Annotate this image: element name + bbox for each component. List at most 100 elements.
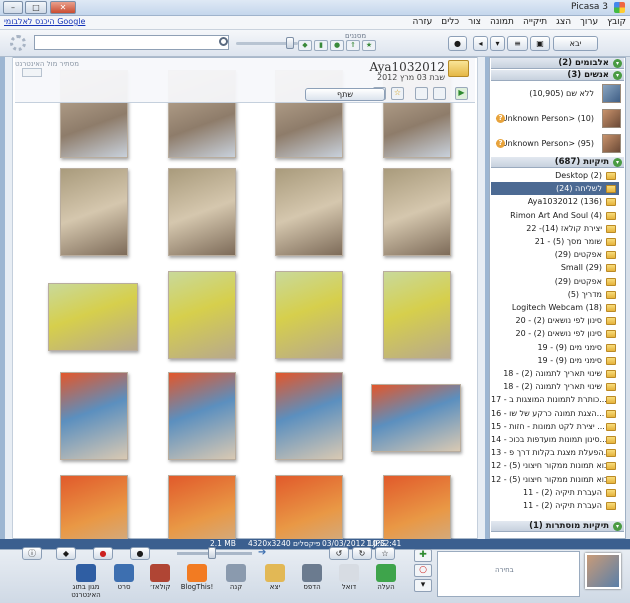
close-button[interactable]: ✕ (50, 1, 76, 14)
folder-item[interactable]: 14 - סינון תמונות מועדפות בכוכ... (491, 433, 619, 446)
folder-item[interactable]: 16 - הצגת תמונה כרקע של שו... (491, 407, 619, 420)
rotate-right-icon[interactable]: ↻ (352, 547, 372, 560)
folder-item[interactable]: 12 - יבוא תמונות ממקור חיצוני (5) (491, 459, 619, 472)
video-filter-icon[interactable]: ▮ (314, 40, 328, 51)
picture-icon[interactable] (415, 87, 428, 100)
star-tray-icon[interactable]: ☆ (375, 547, 395, 560)
folder-item[interactable]: Aya1032012 (136) (491, 195, 619, 208)
folder-item[interactable]: 13 - הפעלת מצגת בקלות דרך פ... (491, 446, 619, 459)
envelope-button[interactable]: דואל (331, 564, 367, 594)
menu-picture[interactable]: תמונה (490, 17, 514, 27)
folder-item[interactable]: אפקטים (29) (491, 248, 619, 261)
star-icon[interactable]: ☆ (391, 87, 404, 100)
panel-scrollbar[interactable] (626, 57, 630, 539)
folder-item[interactable]: 18 - שינוי תאריך לתמונה (2) (491, 380, 619, 393)
filter-slider-knob[interactable] (286, 37, 294, 49)
upload-filter-icon[interactable]: ⇑ (346, 40, 360, 51)
photo-thumbnail[interactable] (275, 271, 343, 359)
google-albums-link[interactable]: היכנס לאלבומי Google (4, 17, 85, 26)
menu-help[interactable]: עזרה (413, 17, 433, 27)
photo-thumbnail[interactable] (60, 168, 128, 256)
people-header[interactable]: אנשים (3) ▾ (491, 70, 624, 81)
person-row[interactable]: <Unknown Person> (95) ? (491, 132, 624, 155)
right-scrollbar[interactable] (477, 57, 485, 539)
star-filter-icon[interactable]: ★ (362, 40, 376, 51)
folder-item[interactable]: 17 - כותרת לתמונות המוצגות ב... (491, 393, 619, 406)
library-view-icon[interactable]: ▣ (530, 36, 550, 51)
menu-view[interactable]: הצג (556, 17, 571, 27)
folder-item[interactable]: 19 - סימני מים (9) (491, 341, 619, 354)
folder-item[interactable]: אפקטים (29) (491, 275, 619, 288)
hidden-folders-header[interactable]: תיקיות מוסתרות (1) ▾ (491, 521, 624, 532)
folder-item[interactable]: Logitech Webcam (18) (491, 301, 619, 314)
left-scrollbar[interactable] (5, 57, 13, 539)
person-filter-icon[interactable]: ● (330, 40, 344, 51)
share-button[interactable]: שתף (305, 88, 385, 101)
photo-thumbnail[interactable] (168, 372, 236, 460)
folder-export-button[interactable]: יצא (257, 564, 293, 594)
folder-item[interactable]: Small (29) (491, 261, 619, 274)
folder-item[interactable]: 19 - סימני מים (9) (491, 354, 619, 367)
hold-icon[interactable]: ✚ (414, 549, 432, 562)
folder-item[interactable]: מדריך (5) (491, 288, 619, 301)
folder-item[interactable]: 20 - סינון לפי נושאים (2) (491, 314, 619, 327)
expand-icon[interactable]: ▾ (613, 158, 622, 167)
dropdown-icon[interactable]: ▾ (490, 36, 505, 51)
zoom-arrow-icon[interactable]: ➔ (258, 547, 272, 558)
people-icon[interactable]: ● (130, 547, 150, 560)
menu-file[interactable]: קובץ (607, 17, 626, 27)
zoom-slider-knob[interactable] (208, 547, 216, 559)
search-input[interactable] (34, 35, 229, 50)
selected-photo-thumbnail[interactable] (585, 553, 621, 589)
menu-folder[interactable]: תיקייה (523, 17, 547, 27)
folder-item[interactable]: 22 -יצירת קולאז (14) (491, 222, 619, 235)
upload-arrow-button[interactable]: העלה (368, 564, 404, 594)
folder-item[interactable]: 15 - יצירת לקט תמונות - חזות ... (491, 420, 619, 433)
info-icon[interactable]: ⓘ (22, 547, 42, 560)
search-icon[interactable] (219, 37, 228, 46)
photo-thumbnail[interactable] (275, 168, 343, 256)
person-row[interactable]: <Unknown Person> (10) ? (491, 107, 624, 130)
expand-icon[interactable]: ▾ (613, 71, 622, 80)
photo-thumbnail[interactable] (168, 168, 236, 256)
folder-item[interactable]: Desktop (2) (491, 169, 619, 182)
photo-thumbnail[interactable] (371, 384, 461, 452)
folder-item[interactable]: 11 - העברת תיקיה (2) (491, 486, 619, 499)
printer-button[interactable]: הדפס (294, 564, 330, 594)
folder-item[interactable]: לשליחה (24) (491, 182, 619, 196)
menu-tools[interactable]: כלים (441, 17, 459, 27)
folder-item[interactable]: 12 - יבוא תמונות ממקור חיצוני (5) (491, 473, 619, 486)
add-to-album-icon[interactable]: ▾ (414, 579, 432, 592)
expand-icon[interactable]: ▾ (613, 522, 622, 531)
folder-item[interactable]: 11 - העברת תיקיה (2) (491, 499, 619, 512)
menu-edit[interactable]: ערוך (580, 17, 598, 27)
folders-header[interactable]: תיקיות (687) ▾ (491, 157, 624, 168)
folder-item[interactable]: 21 - שומר מסך (5) (491, 235, 619, 248)
play-slideshow-icon[interactable]: ▶ (455, 87, 468, 100)
film-button[interactable]: סרט (106, 564, 142, 594)
photo-thumbnail[interactable] (48, 283, 138, 351)
albums-header[interactable]: אלבומים (2) ▾ (491, 58, 624, 69)
folder-title[interactable]: Aya1032012 (369, 60, 445, 74)
person-row[interactable]: ללא שם (10,905) (491, 82, 624, 105)
menu-create[interactable]: צור (468, 17, 481, 27)
photo-thumbnail[interactable] (383, 271, 451, 359)
list-view-icon[interactable]: ≡ (507, 36, 528, 51)
blogger-button[interactable]: BlogThis! (179, 564, 215, 594)
folder-item[interactable]: Rimon Art And Soul (4) (491, 209, 619, 222)
map-button[interactable] (22, 68, 42, 77)
people-toggle-icon[interactable]: ◂ (473, 36, 488, 51)
google-earth-button[interactable]: מגון בתוג האינטרנט (68, 564, 104, 599)
import-button[interactable]: יבא (553, 36, 598, 51)
photo-thumbnail[interactable] (168, 271, 236, 359)
expand-icon[interactable]: ▾ (613, 59, 622, 68)
folder-item[interactable]: 18 - שינוי תאריך לתמונה (2) (491, 367, 619, 380)
photo-thumbnail[interactable] (60, 372, 128, 460)
collage-button[interactable]: קולאז׳ (142, 564, 178, 594)
tag-icon[interactable]: ◆ (56, 547, 76, 560)
geotag-icon[interactable]: ● (93, 547, 113, 560)
photo-thumbnail[interactable] (275, 372, 343, 460)
view-mode-icon[interactable]: ● (448, 36, 467, 51)
web-album-icon[interactable] (433, 87, 446, 100)
clear-icon[interactable]: ○ (414, 564, 432, 577)
